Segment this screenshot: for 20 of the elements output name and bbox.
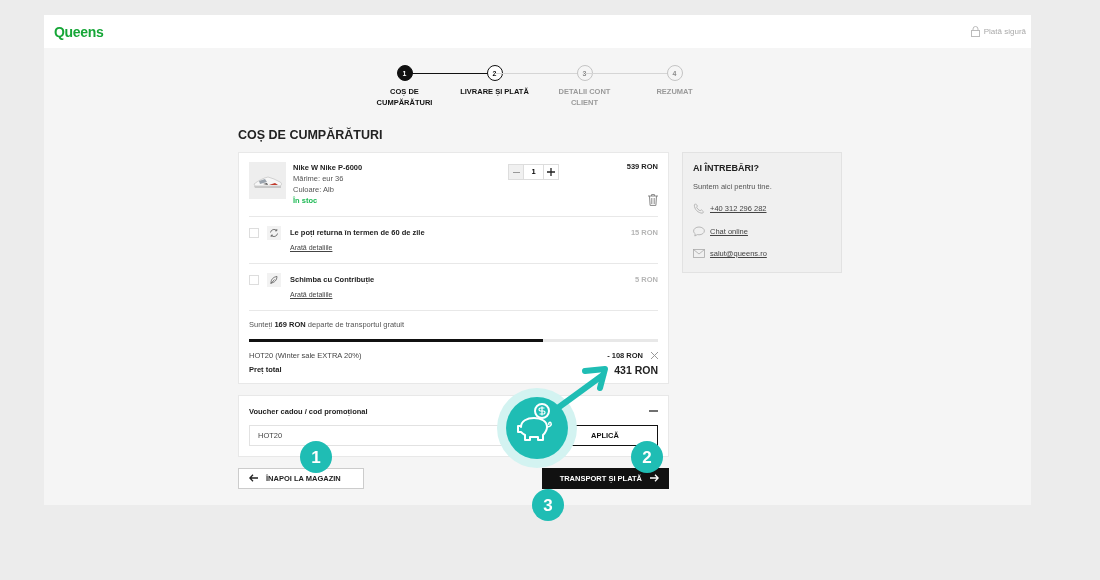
plus-icon: [547, 168, 555, 176]
lock-icon: [970, 26, 980, 37]
checkbox[interactable]: [249, 228, 259, 238]
increase-button[interactable]: [544, 165, 558, 179]
help-title: AI ÎNTREBĂRI?: [693, 163, 760, 173]
chat-bubble-icon: [693, 226, 705, 237]
trash-icon[interactable]: [648, 194, 658, 206]
page-title: COȘ DE CUMPĂRĂTURI: [238, 128, 384, 142]
close-icon[interactable]: [651, 351, 658, 359]
arrow-right-icon: [650, 474, 659, 482]
leaf-icon: [267, 273, 281, 287]
total-value: 431 RON: [614, 363, 658, 376]
refresh-icon: [267, 226, 281, 240]
checkbox[interactable]: [249, 275, 259, 285]
step-number-badge: 3: [532, 489, 564, 521]
decrease-button[interactable]: [509, 165, 523, 179]
phone-icon: [693, 203, 705, 214]
mail-icon: [693, 249, 705, 258]
secure-payment-label: Plată sigură: [983, 27, 1026, 36]
arrow-left-icon: [249, 474, 258, 482]
